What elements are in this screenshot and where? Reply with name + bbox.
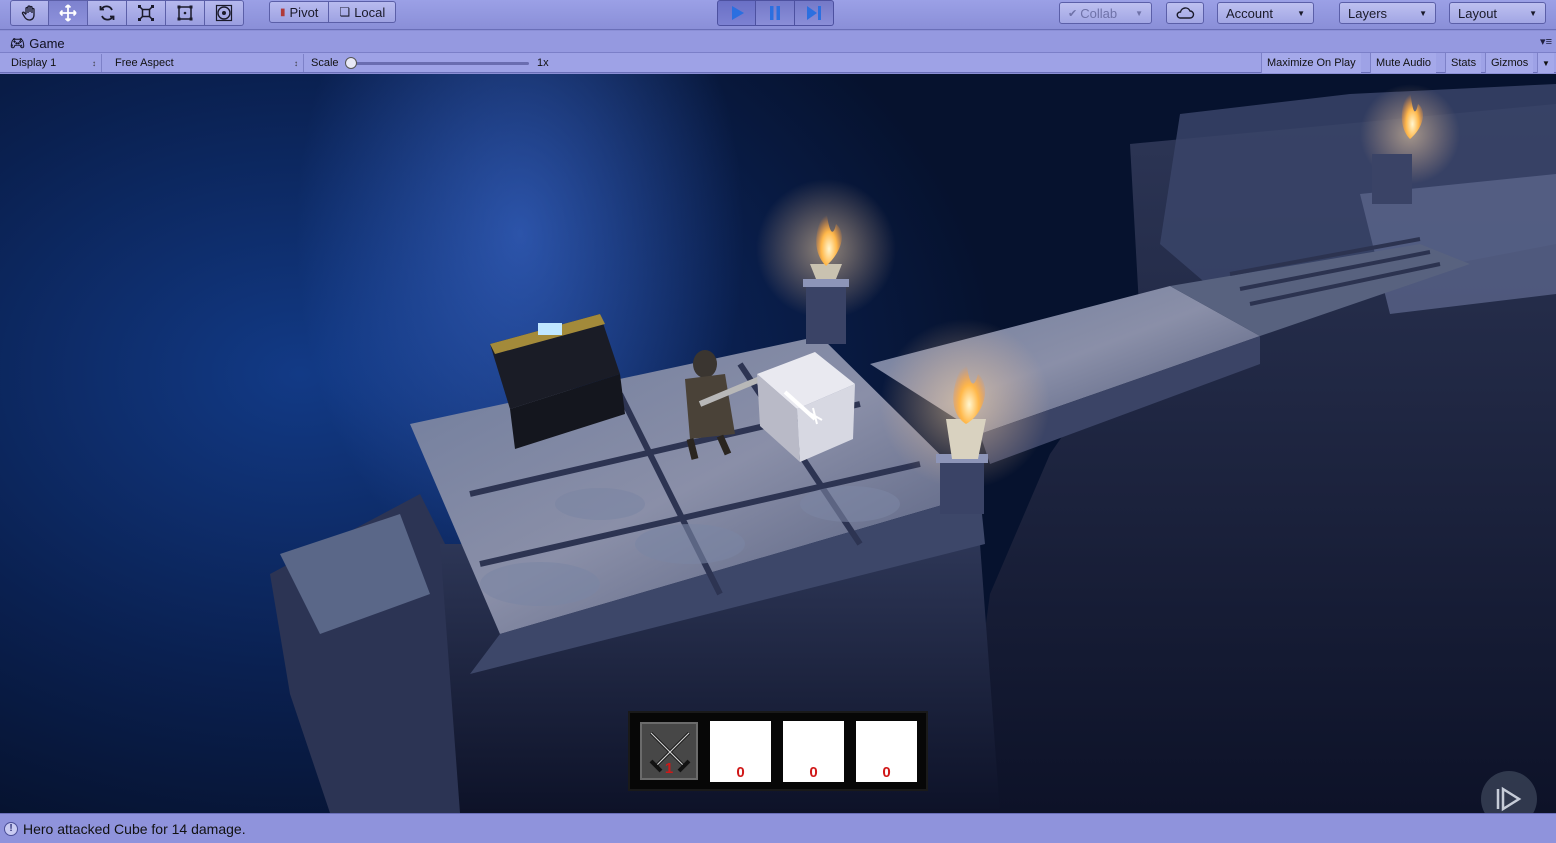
chevron-down-icon: ▼ [1419, 8, 1427, 18]
inventory-slot[interactable]: 0 [783, 720, 844, 782]
stats-toggle[interactable]: Stats [1445, 53, 1482, 73]
collab-check-icon: ✔ [1068, 7, 1078, 20]
slot-count: 0 [809, 763, 818, 781]
stats-label: Stats [1451, 57, 1477, 69]
maximize-on-play-label: Maximize On Play [1267, 57, 1356, 69]
slot-count: 0 [882, 763, 891, 781]
rect-tool-button[interactable] [166, 0, 205, 26]
collab-label: Collab [1080, 5, 1118, 21]
display-label: Display 1 [11, 57, 57, 69]
panel-menu-icon[interactable]: ▾≡ [1540, 35, 1552, 48]
rect-transform-icon [177, 5, 193, 21]
chevron-down-icon: ▼ [1297, 8, 1305, 18]
game-tab-bar: 🎮︎ Game ▾≡ [0, 31, 1556, 53]
status-message: Hero attacked Cube for 14 damage. [23, 820, 246, 837]
step-button[interactable] [795, 0, 834, 26]
gizmos-dropdown[interactable]: Gizmos [1485, 53, 1534, 73]
scale-slider-thumb[interactable] [345, 57, 357, 69]
move-icon [59, 4, 77, 22]
main-toolbar: ▮ Pivot ❏ Local ✔ Collab ▼ Account ▼ Lay… [0, 0, 1556, 30]
pivot-label: Pivot [289, 4, 319, 20]
torch-back [756, 179, 896, 344]
chevron-down-icon: ▼ [1529, 8, 1537, 18]
cloud-icon [1176, 7, 1195, 19]
account-dropdown[interactable]: Account ▼ [1217, 2, 1314, 24]
console-status-bar[interactable]: ! Hero attacked Cube for 14 damage. [0, 813, 1556, 843]
inventory-bar: 1 0 0 0 [628, 711, 928, 791]
game-viewport[interactable]: 1 0 0 0 [0, 74, 1556, 813]
gizmos-menu-caret-icon[interactable]: ▼ [1537, 53, 1554, 73]
game-view-controls: Display 1 ↕ Free Aspect ↕ Scale 1x Maxim… [0, 53, 1556, 73]
gizmos-label: Gizmos [1491, 57, 1529, 69]
pivot-icon: ▮ [280, 6, 286, 18]
maximize-on-play-toggle[interactable]: Maximize On Play [1261, 53, 1361, 73]
inventory-slot[interactable]: 0 [856, 720, 917, 782]
background-cliffs [960, 84, 1556, 813]
scale-tool-button[interactable] [127, 0, 166, 26]
transform-tool-button[interactable] [205, 0, 244, 26]
local-button[interactable]: ❏ Local [329, 1, 397, 23]
scale-value: 1x [537, 57, 549, 69]
local-label: Local [354, 4, 386, 20]
info-icon: ! [4, 821, 18, 836]
play-button[interactable] [717, 0, 756, 26]
aspect-label: Free Aspect [115, 57, 174, 69]
pause-icon [770, 6, 780, 20]
tab-game[interactable]: 🎮︎ Game [4, 33, 71, 53]
play-icon [731, 6, 744, 20]
hand-icon [21, 5, 35, 21]
crossed-swords-icon [649, 731, 691, 773]
step-icon [807, 6, 821, 20]
layout-dropdown[interactable]: Layout ▼ [1449, 2, 1546, 24]
mute-audio-label: Mute Audio [1376, 57, 1432, 69]
weapon-slot[interactable]: 1 [640, 722, 698, 780]
scale-slider-track[interactable] [349, 62, 529, 65]
local-cube-icon: ❏ [339, 5, 351, 19]
rotate-tool-button[interactable] [88, 0, 127, 26]
combined-transform-icon [215, 4, 233, 22]
collab-dropdown[interactable]: ✔ Collab ▼ [1059, 2, 1152, 24]
play-controls [717, 0, 834, 26]
inventory-slot[interactable]: 0 [710, 720, 771, 782]
cloud-button[interactable] [1166, 2, 1204, 24]
pause-button[interactable] [756, 0, 795, 26]
move-tool-button[interactable] [49, 0, 88, 26]
game-scene [270, 84, 1556, 813]
layout-label: Layout [1458, 5, 1498, 21]
rotate-icon [99, 5, 115, 21]
mute-audio-toggle[interactable]: Mute Audio [1370, 53, 1437, 73]
pivot-mode-toggle: ▮ Pivot ❏ Local [269, 1, 397, 23]
slot-count: 0 [736, 763, 745, 781]
updown-arrow-icon: ↕ [294, 58, 298, 68]
updown-arrow-icon: ↕ [92, 58, 96, 68]
layers-dropdown[interactable]: Layers ▼ [1339, 2, 1436, 24]
game-controller-icon: 🎮︎ [10, 36, 26, 50]
scale-icon [138, 5, 154, 21]
tab-game-label: Game [29, 35, 65, 51]
scale-label: Scale [311, 57, 339, 69]
chevron-down-icon: ▼ [1135, 8, 1143, 18]
aspect-dropdown[interactable]: Free Aspect ↕ [110, 54, 304, 72]
transform-tools [10, 0, 244, 26]
pivot-button[interactable]: ▮ Pivot [269, 1, 330, 23]
hand-tool-button[interactable] [10, 0, 49, 26]
account-label: Account [1226, 5, 1273, 21]
layers-label: Layers [1348, 5, 1388, 21]
display-dropdown[interactable]: Display 1 ↕ [6, 54, 102, 72]
